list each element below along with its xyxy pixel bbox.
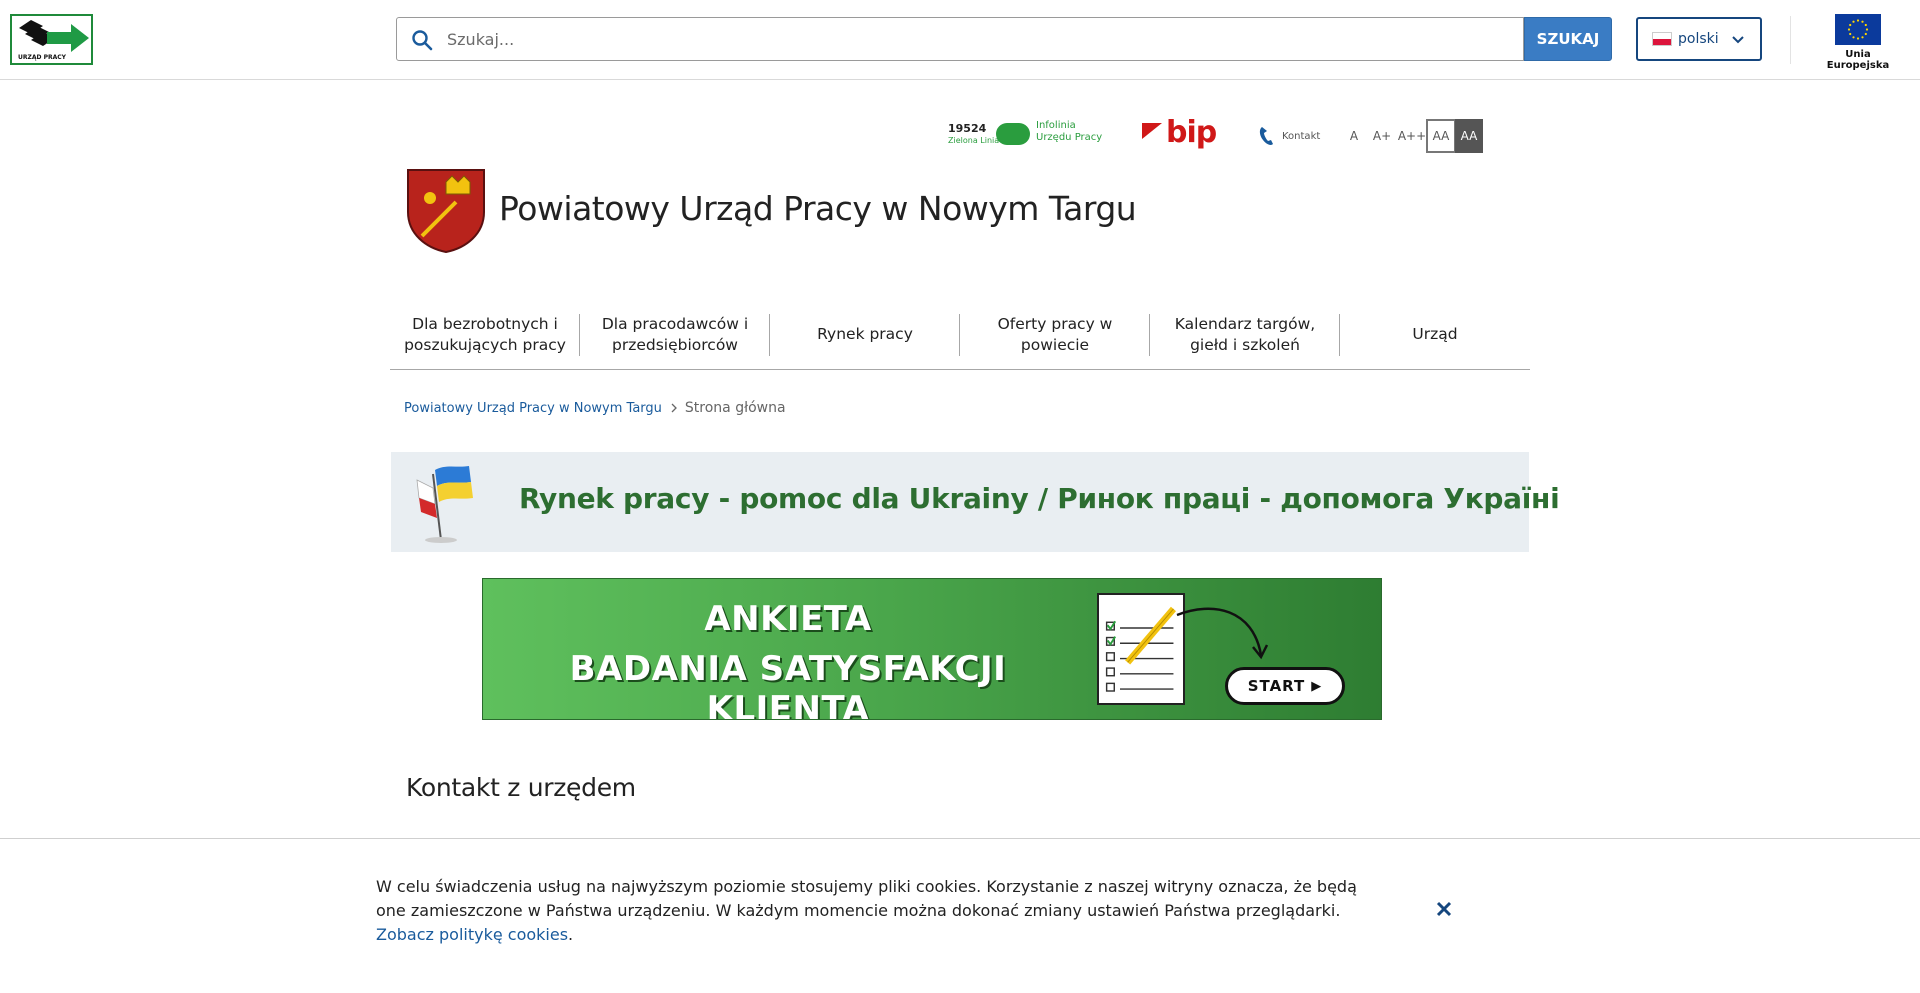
phone-icon	[1259, 127, 1273, 145]
contrast-normal-button[interactable]: AA	[1426, 119, 1456, 153]
language-select[interactable]: polski	[1636, 17, 1762, 61]
cookie-policy-link[interactable]: Zobacz politykę cookies	[376, 925, 568, 944]
survey-banner[interactable]: ANKIETA BADANIA SATYSFAKCJI KLIENTA STAR…	[482, 578, 1382, 720]
infolinia-link[interactable]: 19524 Zielona Linia Infolinia Urzędu Pra…	[948, 120, 1102, 150]
eu-flag-icon	[1835, 14, 1881, 45]
search-input[interactable]	[447, 18, 1507, 60]
kontakt-link[interactable]: Kontakt	[1258, 124, 1320, 148]
curved-arrow-icon	[1176, 607, 1269, 660]
breadcrumb: Powiatowy Urząd Pracy w Nowym Targu Stro…	[404, 400, 786, 416]
infolinia-number: 19524	[948, 122, 987, 135]
search-form: SZUKAJ	[396, 17, 1612, 61]
font-size-medium-button[interactable]: A+	[1368, 119, 1396, 153]
logo-text: URZĄD PRACY	[18, 54, 66, 61]
search-icon	[412, 30, 433, 51]
contrast-high-button[interactable]: AA	[1455, 119, 1483, 153]
polish-flag-icon	[1652, 32, 1672, 46]
phone-bubble-icon	[996, 123, 1030, 145]
ukraine-help-banner[interactable]: Rynek pracy - pomoc dla Ukrainy / Ринок …	[391, 452, 1560, 552]
cookie-text-block: W celu świadczenia usług na najwyższym p…	[376, 875, 1376, 947]
bip-logo-icon	[1142, 123, 1162, 139]
cookie-link-period: .	[568, 925, 574, 944]
cookie-bar: W celu świadczenia usług na najwyższym p…	[0, 838, 1920, 993]
breadcrumb-home-link[interactable]: Powiatowy Urząd Pracy w Nowym Targu	[404, 401, 662, 416]
survey-title-line1: ANKIETA	[704, 599, 872, 639]
header-divider	[1790, 16, 1791, 64]
nav-item-oferty-pracy[interactable]: Oferty pracy w powiecie	[960, 300, 1150, 369]
ukraine-banner-text: Rynek pracy - pomoc dla Ukrainy / Ринок …	[519, 482, 1560, 515]
font-size-large-button[interactable]: A++	[1396, 119, 1428, 153]
main-nav: Dla bezrobotnych i poszukujących pracy D…	[390, 300, 1530, 370]
logo-arrow-icon	[19, 20, 89, 52]
eu-logo[interactable]: Unia Europejska	[1818, 14, 1898, 71]
survey-title-line2: BADANIA SATYSFAKCJI KLIENTA	[569, 649, 1007, 720]
eu-label: Unia Europejska	[1826, 49, 1890, 71]
search-button[interactable]: SZUKAJ	[1524, 17, 1612, 61]
checklist-icon	[1097, 593, 1185, 705]
top-bar: URZĄD PRACY SZUKAJ polski	[0, 0, 1920, 80]
infolinia-sub: Zielona Linia	[948, 136, 1000, 145]
bip-link[interactable]: bip	[1142, 115, 1222, 153]
font-size-normal-button[interactable]: A	[1340, 119, 1368, 153]
survey-start-label: START	[1247, 677, 1306, 695]
nav-item-rynek-pracy[interactable]: Rynek pracy	[770, 300, 960, 369]
site-title: Powiatowy Urząd Pracy w Nowym Targu	[499, 189, 1137, 228]
nav-item-pracodawcy[interactable]: Dla pracodawców i przedsiębiorców	[580, 300, 770, 369]
search-box	[396, 17, 1524, 61]
chevron-right-icon	[671, 403, 677, 413]
kontakt-label: Kontakt	[1282, 130, 1321, 142]
chevron-down-icon	[1732, 36, 1744, 44]
section-title-kontakt: Kontakt z urzędem	[406, 773, 636, 802]
cookie-message: W celu świadczenia usług na najwyższym p…	[376, 877, 1357, 920]
site-logo[interactable]: URZĄD PRACY	[10, 14, 93, 65]
pl-ua-flags-icon	[416, 466, 473, 543]
infolinia-text: Infolinia Urzędu Pracy	[1036, 120, 1103, 143]
play-icon: ▶	[1311, 678, 1323, 694]
bip-label: bip	[1166, 115, 1217, 150]
nav-item-kalendarz[interactable]: Kalendarz targów, giełd i szkoleń	[1150, 300, 1340, 369]
coat-of-arms-icon	[407, 169, 485, 254]
close-icon[interactable]	[1434, 899, 1454, 919]
survey-start-button[interactable]: START ▶	[1225, 667, 1345, 705]
language-label: polski	[1678, 31, 1719, 47]
breadcrumb-current: Strona główna	[684, 400, 786, 416]
nav-item-urzad[interactable]: Urząd	[1340, 300, 1530, 369]
nav-item-bezrobotni[interactable]: Dla bezrobotnych i poszukujących pracy	[390, 300, 580, 369]
